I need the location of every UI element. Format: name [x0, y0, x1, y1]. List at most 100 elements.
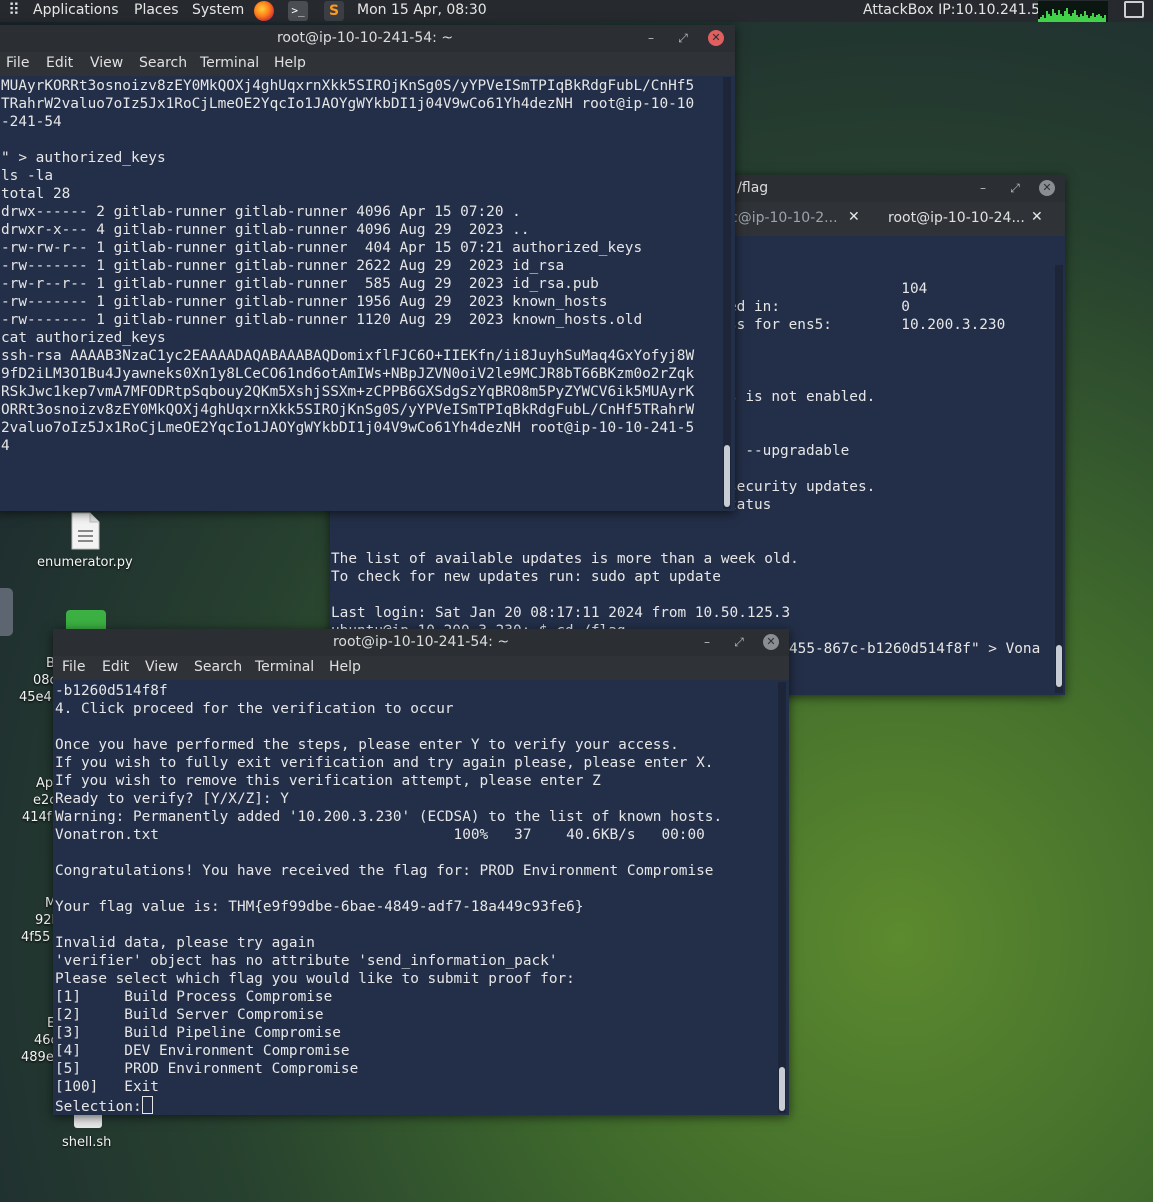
window-title: root@ip-10-10-241-54: ~ — [276, 30, 454, 46]
terminal-line: Your flag value is: THM{e9f99dbe-6bae-48… — [55, 899, 584, 915]
selection-prompt: Selection: — [55, 1099, 142, 1115]
minimize-button[interactable]: – — [975, 180, 991, 196]
menu-bar: File Edit View Search Terminal Help — [0, 52, 735, 76]
menu-view[interactable]: View — [145, 659, 178, 675]
terminal-output[interactable]: -b1260d514f8f 4. Click proceed for the ve… — [55, 682, 722, 1096]
terminal-line: ed in: 0 — [728, 299, 910, 315]
menu-search[interactable]: Search — [194, 659, 242, 675]
menu-search[interactable]: Search — [139, 55, 187, 71]
firefox-icon[interactable] — [254, 1, 274, 21]
text-cursor — [141, 1096, 153, 1114]
desktop-label-4c[interactable]: 489e — [21, 1050, 54, 1065]
terminal-line: TRahrW2valuo7oIz5Jx1RoCjLmeOE2YqcIo1JAOY… — [1, 96, 695, 112]
terminal-line: [100] Exit — [55, 1079, 159, 1095]
terminal-line: If you wish to remove this verification … — [55, 773, 601, 789]
terminal-line: drwxr-x--- 4 gitlab-runner gitlab-runner… — [1, 222, 530, 238]
selection-prompt-line[interactable]: Selection: — [55, 1096, 153, 1115]
menu-file[interactable]: File — [6, 55, 29, 71]
scrollbar-thumb[interactable] — [1056, 645, 1062, 687]
terminal-line: -241-54 — [1, 114, 62, 130]
terminal-line: total 28 — [1, 186, 71, 202]
sublime-text-icon[interactable]: S — [324, 1, 344, 21]
terminal-window-top[interactable]: root@ip-10-10-241-54: ~ – ⤢ ✕ File Edit … — [0, 25, 735, 511]
terminal-line: [2] Build Server Compromise — [55, 1007, 324, 1023]
tab-1[interactable]: c@ip-10-10-2... — [730, 210, 838, 226]
desktop-label-2c[interactable]: 414f — [22, 810, 51, 825]
terminal-line: 2valuo7oIz5Jx1RoCjLmeOE2YqcIo1JAOYgWYkbD… — [1, 420, 695, 436]
system-menu[interactable]: System — [192, 2, 244, 18]
menu-help[interactable]: Help — [274, 55, 306, 71]
top-panel: ⠿ Applications Places System >_ S Mon 15… — [0, 0, 1153, 22]
terminal-output[interactable]: MUAyrKORRt3osnoizv8zEY0MkQOXj4ghUqxrnXkk… — [1, 77, 694, 455]
screen-icon[interactable] — [1124, 1, 1144, 18]
cpu-load-graph — [1038, 1, 1108, 22]
scrollbar[interactable] — [723, 77, 731, 509]
shell-label[interactable]: shell.sh — [62, 1135, 111, 1150]
terminal-launcher-icon[interactable]: >_ — [288, 1, 308, 21]
tab-2-close-icon[interactable]: ✕ — [1031, 209, 1043, 225]
terminal-line: ORRt3osnoizv8zEY0MkQOXj4ghUqxrnXkk5SIROj… — [1, 402, 695, 418]
applications-menu[interactable]: Applications — [33, 2, 119, 18]
terminal-output-lower[interactable]: The list of available updates is more th… — [331, 514, 799, 640]
terminal-line: RSkJwc1kep7vmA7MFODRtpSqbouy2QKm5XshjSSX… — [1, 384, 695, 400]
enumerator-file-icon[interactable] — [68, 512, 102, 550]
window-titlebar[interactable]: root@ip-10-10-241-54: ~ – ⤢ ✕ — [0, 25, 735, 52]
terminal-line: : --upgradable — [728, 443, 850, 459]
terminal-line: The list of available updates is more th… — [331, 551, 799, 567]
terminal-line: -rw------- 1 gitlab-runner gitlab-runner… — [1, 294, 608, 310]
scrollbar-thumb[interactable] — [724, 445, 730, 507]
terminal-line: -rw------- 1 gitlab-runner gitlab-runner… — [1, 312, 643, 328]
terminal-line: Vonatron.txt 100% 37 40.6KB/s 00:00 — [55, 827, 705, 843]
side-panel-handle[interactable] — [0, 588, 13, 636]
close-button[interactable]: ✕ — [1039, 180, 1055, 196]
menu-terminal[interactable]: Terminal — [200, 55, 259, 71]
desktop-label-1c[interactable]: 45e4 — [19, 690, 52, 705]
terminal-line: Ready to verify? [Y/X/Z]: Y — [55, 791, 289, 807]
terminal-line: [3] Build Pipeline Compromise — [55, 1025, 341, 1041]
minimize-button[interactable]: – — [699, 634, 715, 650]
menu-edit[interactable]: Edit — [46, 55, 73, 71]
tab-2[interactable]: root@ip-10-10-24... — [888, 210, 1025, 226]
close-button[interactable]: ✕ — [763, 634, 779, 650]
places-menu[interactable]: Places — [134, 2, 179, 18]
desktop-label-3c[interactable]: 4f55 — [21, 930, 50, 945]
scrollbar[interactable] — [778, 682, 786, 1113]
window-titlebar[interactable]: root@ip-10-10-241-54: ~ – ⤢ ✕ — [53, 629, 789, 656]
menu-file[interactable]: File — [62, 659, 85, 675]
enumerator-label[interactable]: enumerator.py — [37, 555, 133, 570]
scrollbar[interactable] — [1055, 265, 1063, 693]
terminal-output-tail[interactable]: 455-867c-b1260d514f8f" > Vona — [789, 640, 1040, 658]
menu-edit[interactable]: Edit — [102, 659, 129, 675]
terminal-line: If you wish to fully exit verification a… — [55, 755, 714, 771]
minimize-button[interactable]: – — [643, 30, 659, 46]
close-button[interactable]: ✕ — [708, 30, 724, 46]
maximize-button[interactable]: ⤢ — [731, 634, 747, 650]
terminal-line: s is not enabled. — [728, 389, 876, 405]
menu-terminal[interactable]: Terminal — [255, 659, 314, 675]
tab-1-close-icon[interactable]: ✕ — [848, 209, 860, 225]
terminal-window-bottom[interactable]: root@ip-10-10-241-54: ~ – ⤢ ✕ File Edit … — [53, 629, 789, 1115]
terminal-line: [5] PROD Environment Compromise — [55, 1061, 359, 1077]
menu-view[interactable]: View — [90, 55, 123, 71]
terminal-line: [4] DEV Environment Compromise — [55, 1043, 350, 1059]
clock[interactable]: Mon 15 Apr, 08:30 — [357, 2, 487, 18]
terminal-line: -b1260d514f8f — [55, 683, 168, 699]
terminal-line: -rw-rw-r-- 1 gitlab-runner gitlab-runner… — [1, 240, 643, 256]
terminal-line: ls -la — [1, 168, 53, 184]
maximize-button[interactable]: ⤢ — [675, 30, 691, 46]
apps-grid-icon[interactable]: ⠿ — [8, 0, 20, 19]
scrollbar-thumb[interactable] — [779, 1067, 785, 1111]
menu-help[interactable]: Help — [329, 659, 361, 675]
maximize-button[interactable]: ⤢ — [1007, 180, 1023, 196]
desktop-label-2a[interactable]: Ap — [36, 776, 53, 791]
terminal-line: MUAyrKORRt3osnoizv8zEY0MkQOXj4ghUqxrnXkk… — [1, 78, 695, 94]
terminal-output-upper[interactable]: 104 ed in: 0 ss for ens5: 10.200.3.230 s i… — [728, 280, 1005, 514]
window-title: root@ip-10-10-241-54: ~ — [332, 634, 510, 650]
